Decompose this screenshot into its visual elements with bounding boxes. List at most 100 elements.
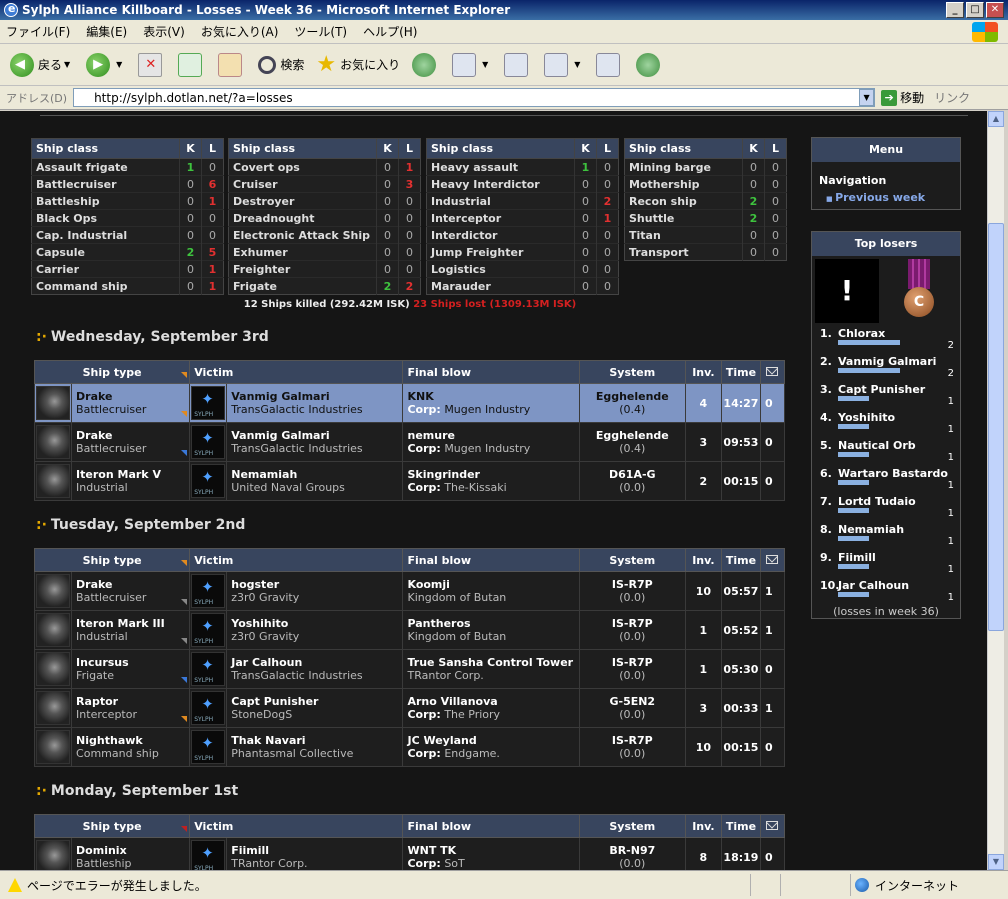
ship-type-link[interactable]: Dominix <box>76 844 189 857</box>
loser-item[interactable]: 2. Vanmig Galmari 2 <box>812 353 960 381</box>
table-row[interactable]: Iteron Mark VIndustrial NemamiahUnited N… <box>33 450 786 501</box>
system-link[interactable]: D61A-G <box>580 468 685 481</box>
final-blow-corp[interactable]: TRantor Corp. <box>407 669 578 682</box>
stop-button[interactable] <box>138 52 166 77</box>
final-blow-corp[interactable]: Corp: The-Kissaki <box>407 481 578 494</box>
scroll-thumb[interactable] <box>988 223 1004 631</box>
loser-name[interactable]: Nemamiah <box>838 523 904 536</box>
refresh-button[interactable] <box>178 52 206 77</box>
home-button[interactable] <box>218 52 246 77</box>
menu-edit[interactable]: 編集(E) <box>86 23 127 40</box>
loser-name[interactable]: Jar Calhoun <box>838 579 909 592</box>
messenger-button[interactable] <box>636 52 664 77</box>
links-button[interactable]: リンク <box>934 89 970 106</box>
table-row[interactable]: RaptorInterceptor Capt PunisherStoneDogS… <box>33 677 786 728</box>
menu-file[interactable]: ファイル(F) <box>6 23 70 40</box>
system-link[interactable]: G-5EN2 <box>580 695 685 708</box>
victim-link[interactable]: Vanmig Galmari <box>231 390 402 403</box>
loser-item[interactable]: 3. Capt Punisher 1 <box>812 381 960 409</box>
edit-button[interactable]: ▼ <box>544 52 584 77</box>
loser-name[interactable]: Fiimill <box>838 551 876 564</box>
ship-image[interactable] <box>36 425 70 459</box>
victim-corp[interactable]: Phantasmal Collective <box>231 747 402 760</box>
ship-image[interactable] <box>36 652 70 686</box>
final-blow-link[interactable]: Pantheros <box>407 617 578 630</box>
victim-corp[interactable]: z3r0 Gravity <box>231 591 402 604</box>
final-blow-link[interactable]: JC Weyland <box>407 734 578 747</box>
victim-link[interactable]: Fiimill <box>231 844 402 857</box>
final-blow-link[interactable]: Skingrinder <box>407 468 578 481</box>
table-row[interactable]: DominixBattleship FiimillTRantor Corp. W… <box>33 826 786 870</box>
victim-link[interactable]: Vanmig Galmari <box>231 429 402 442</box>
loser-item[interactable]: 6. Wartaro Bastardo 1 <box>812 465 960 493</box>
final-blow-link[interactable]: Arno Villanova <box>407 695 578 708</box>
final-blow-corp[interactable]: Corp: Mugen Industry <box>407 403 578 416</box>
victim-corp[interactable]: United Naval Groups <box>231 481 402 494</box>
table-row[interactable]: DrakeBattlecruiser Vanmig GalmariTransGa… <box>33 411 786 462</box>
victim-link[interactable]: Jar Calhoun <box>231 656 402 669</box>
minimize-button[interactable]: _ <box>946 2 964 18</box>
address-input[interactable] <box>73 88 876 107</box>
back-button[interactable]: 戻る▼ <box>10 52 74 77</box>
table-row[interactable]: DrakeBattlecruiser Vanmig GalmariTransGa… <box>33 372 786 423</box>
victim-link[interactable]: Yoshihito <box>231 617 402 630</box>
system-link[interactable]: Egghelende <box>580 429 685 442</box>
final-blow-link[interactable]: KNK <box>407 390 578 403</box>
loser-item[interactable]: 7. Lortd Tudaio 1 <box>812 493 960 521</box>
table-row[interactable]: DrakeBattlecruiser hogsterz3r0 Gravity K… <box>33 560 786 611</box>
ship-image[interactable] <box>36 386 70 420</box>
close-button[interactable]: ✕ <box>986 2 1004 18</box>
victim-corp[interactable]: TransGalactic Industries <box>231 442 402 455</box>
alliance-logo[interactable] <box>191 425 226 459</box>
victim-link[interactable]: Thak Navari <box>231 734 402 747</box>
loser-item[interactable]: 8. Nemamiah 1 <box>812 521 960 549</box>
system-link[interactable]: IS-R7P <box>580 578 685 591</box>
vertical-scrollbar[interactable]: ▲ ▼ <box>987 111 1004 870</box>
loser-name[interactable]: Yoshihito <box>838 411 895 424</box>
victim-corp[interactable]: z3r0 Gravity <box>231 630 402 643</box>
alliance-logo[interactable] <box>191 574 226 608</box>
maximize-button[interactable]: □ <box>966 2 984 18</box>
forward-button[interactable]: ▼ <box>86 52 126 77</box>
loser-item[interactable]: 10. Jar Calhoun 1 <box>812 577 960 605</box>
victim-link[interactable]: Capt Punisher <box>231 695 402 708</box>
alliance-logo[interactable] <box>191 840 226 870</box>
final-blow-corp[interactable]: Corp: Endgame. <box>407 747 578 760</box>
ship-image[interactable] <box>36 691 70 725</box>
alliance-logo[interactable] <box>191 730 226 764</box>
alliance-logo[interactable] <box>191 652 226 686</box>
previous-week-link[interactable]: Previous week <box>826 191 960 204</box>
go-button[interactable]: ➔ 移動 <box>881 89 924 106</box>
final-blow-link[interactable]: WNT TK <box>407 844 578 857</box>
menu-favorites[interactable]: お気に入り(A) <box>201 23 279 40</box>
alliance-logo[interactable] <box>191 464 226 498</box>
table-row[interactable]: IncursusFrigate Jar CalhounTransGalactic… <box>33 638 786 689</box>
loser-name[interactable]: Wartaro Bastardo <box>838 467 948 480</box>
discuss-button[interactable] <box>596 52 624 77</box>
system-link[interactable]: Egghelende <box>580 390 685 403</box>
system-link[interactable]: IS-R7P <box>580 617 685 630</box>
final-blow-corp[interactable]: Kingdom of Butan <box>407 630 578 643</box>
system-link[interactable]: IS-R7P <box>580 734 685 747</box>
final-blow-corp[interactable]: Corp: SoT <box>407 857 578 870</box>
ship-image[interactable] <box>36 574 70 608</box>
ship-type-link[interactable]: Drake <box>76 578 189 591</box>
loser-name[interactable]: Capt Punisher <box>838 383 925 396</box>
ship-image[interactable] <box>36 613 70 647</box>
victim-corp[interactable]: TRantor Corp. <box>231 857 402 870</box>
ship-type-link[interactable]: Incursus <box>76 656 189 669</box>
alliance-logo[interactable] <box>191 691 226 725</box>
media-button[interactable] <box>412 52 440 77</box>
ship-image[interactable] <box>36 464 70 498</box>
table-row[interactable]: Iteron Mark IIIIndustrial Yoshihitoz3r0 … <box>33 599 786 650</box>
victim-link[interactable]: Nemamiah <box>231 468 402 481</box>
ship-type-link[interactable]: Raptor <box>76 695 189 708</box>
print-button[interactable] <box>504 52 532 77</box>
address-dropdown-icon[interactable]: ▼ <box>859 89 875 106</box>
ship-type-link[interactable]: Nighthawk <box>76 734 189 747</box>
ship-image[interactable] <box>36 730 70 764</box>
ship-image[interactable] <box>36 840 70 870</box>
final-blow-link[interactable]: Koomji <box>407 578 578 591</box>
final-blow-corp[interactable]: Kingdom of Butan <box>407 591 578 604</box>
search-button[interactable]: 検索 <box>258 55 304 74</box>
